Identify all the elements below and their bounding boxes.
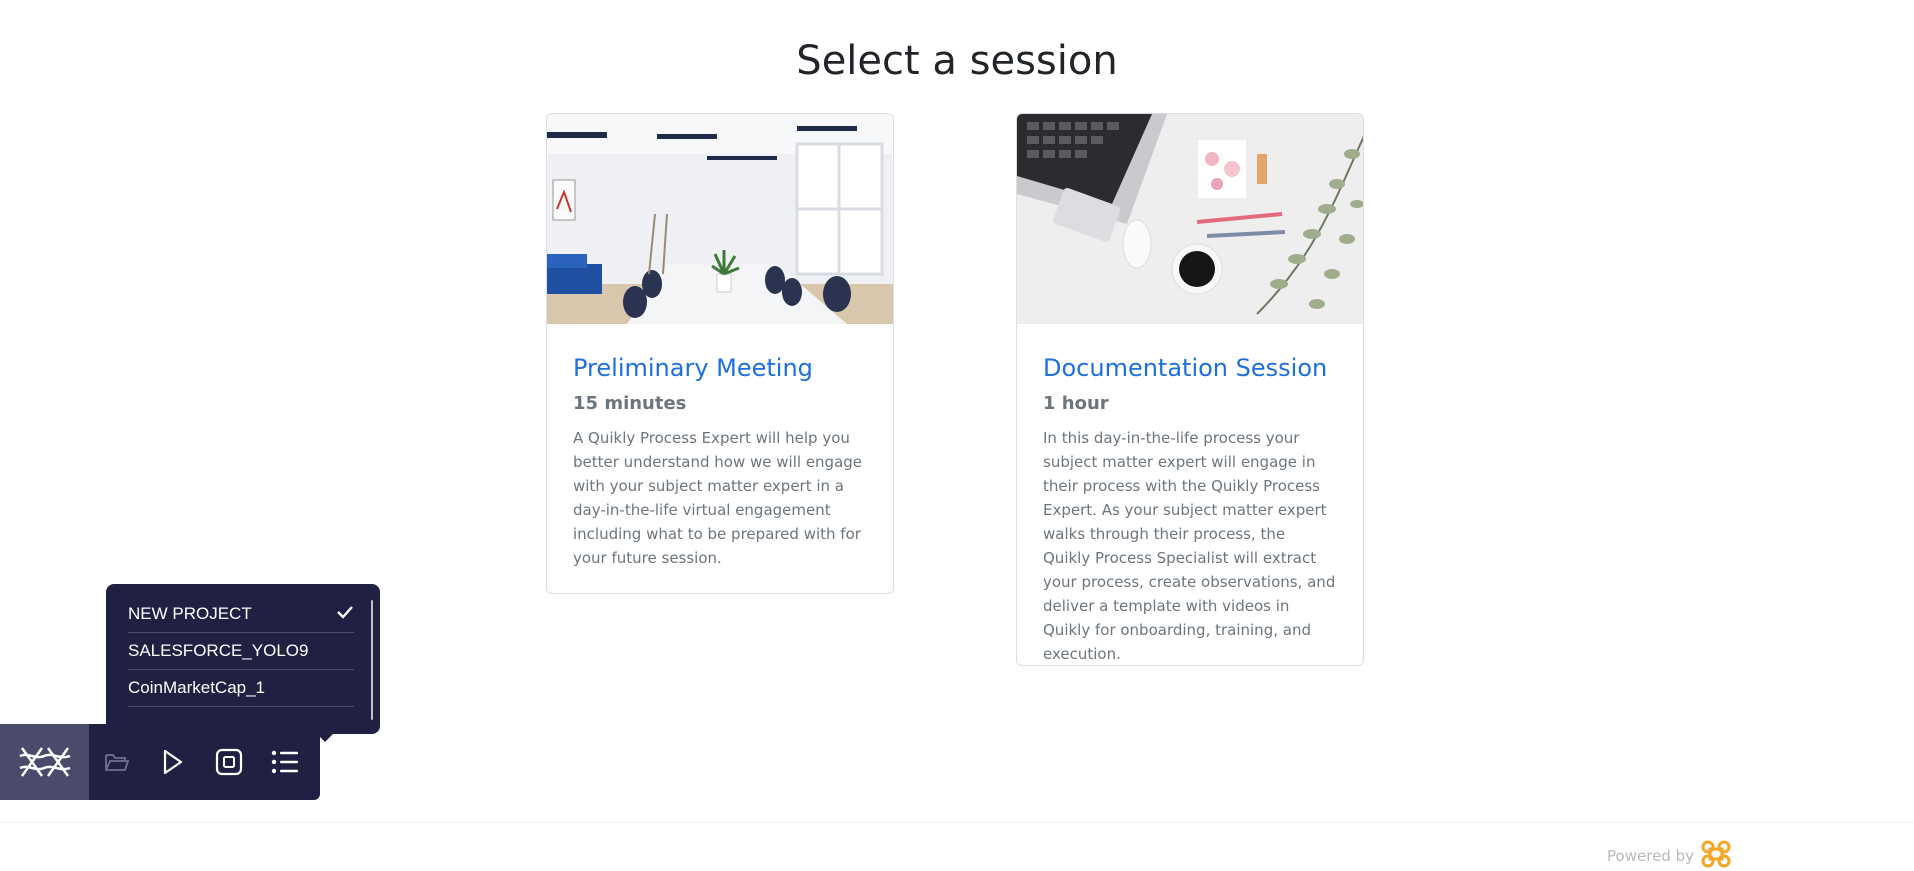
session-description: A Quikly Process Expert will help you be…	[573, 429, 863, 567]
session-duration: 15 minutes	[573, 393, 687, 414]
play-icon[interactable]	[145, 724, 201, 800]
session-card-preliminary-meeting[interactable]: Preliminary Meeting 15 minutes A Quikly …	[546, 113, 894, 594]
project-item-salesforce-yolo9[interactable]: SALESFORCE_YOLO9	[128, 633, 354, 670]
folder-open-icon[interactable]	[89, 724, 145, 800]
logo-icon[interactable]	[0, 724, 89, 800]
project-item-label: CoinMarketCap_1	[128, 678, 266, 697]
project-item-label: SALESFORCE_YOLO9	[128, 641, 309, 660]
project-menu-scrollbar[interactable]	[371, 600, 373, 720]
list-icon[interactable]	[257, 724, 313, 800]
footer: Powered by	[0, 822, 1914, 871]
checkmark-icon	[336, 604, 354, 624]
session-title[interactable]: Documentation Session	[1043, 352, 1337, 384]
session-description: In this day-in-the-life process your sub…	[1043, 429, 1336, 663]
session-title[interactable]: Preliminary Meeting	[573, 352, 867, 384]
record-stop-icon[interactable]	[201, 724, 257, 800]
project-item-coinmarketcap-1[interactable]: CoinMarketCap_1	[128, 670, 354, 707]
desk-laptop-coffee-photo	[1017, 114, 1363, 324]
conference-room-photo	[547, 114, 893, 324]
session-card-documentation-session[interactable]: Documentation Session 1 hour In this day…	[1016, 113, 1364, 666]
command-key-icon	[1700, 839, 1732, 871]
powered-by-label: Powered by	[1607, 847, 1694, 865]
project-item-new-project[interactable]: NEW PROJECT	[128, 596, 354, 633]
powered-by[interactable]: Powered by	[1607, 839, 1732, 871]
project-item-label: NEW PROJECT	[128, 604, 252, 623]
page-title: Select a session	[796, 38, 1118, 84]
recorder-toolbar	[0, 724, 320, 800]
project-dropdown-menu[interactable]: NEW PROJECT SALESFORCE_YOLO9 CoinMarketC…	[106, 584, 380, 742]
session-duration: 1 hour	[1043, 393, 1109, 414]
